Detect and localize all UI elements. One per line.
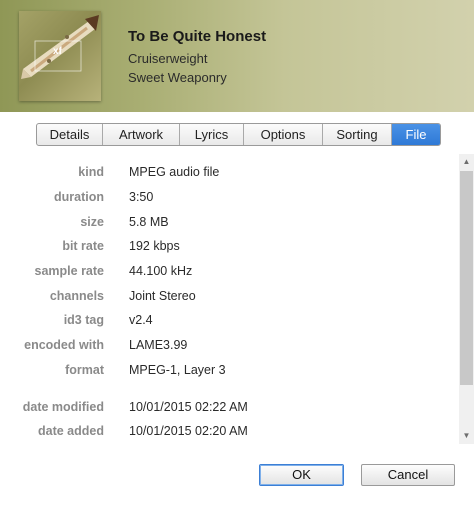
info-label: encoded with xyxy=(24,338,104,352)
info-row-sample-rate: sample rate 44.100 kHz xyxy=(0,264,460,284)
info-label: date added xyxy=(38,424,104,438)
info-value: v2.4 xyxy=(129,313,153,327)
tab-details[interactable]: Details xyxy=(37,124,102,145)
ok-button[interactable]: OK xyxy=(259,464,344,486)
info-label: duration xyxy=(54,190,104,204)
tab-sorting[interactable]: Sorting xyxy=(322,124,391,145)
tab-lyrics[interactable]: Lyrics xyxy=(179,124,243,145)
info-row-date-added: date added 10/01/2015 02:20 AM xyxy=(0,424,460,444)
scroll-thumb[interactable] xyxy=(460,171,473,385)
info-row-duration: duration 3:50 xyxy=(0,190,460,210)
info-label: bit rate xyxy=(62,239,104,253)
cancel-button[interactable]: Cancel xyxy=(361,464,455,486)
info-label: size xyxy=(80,215,104,229)
info-label: sample rate xyxy=(34,264,104,278)
info-value: Joint Stereo xyxy=(129,289,196,303)
info-row-size: size 5.8 MB xyxy=(0,215,460,235)
tab-options[interactable]: Options xyxy=(243,124,322,145)
album-artwork: xf xyxy=(19,11,101,101)
svg-text:xf: xf xyxy=(53,46,63,57)
info-row-kind: kind MPEG audio file xyxy=(0,165,460,185)
info-value: MPEG-1, Layer 3 xyxy=(129,363,226,377)
info-value: 10/01/2015 02:20 AM xyxy=(129,424,248,438)
info-row-encoded-with: encoded with LAME3.99 xyxy=(0,338,460,358)
song-album: Sweet Weaponry xyxy=(128,70,227,85)
info-value: LAME3.99 xyxy=(129,338,188,352)
info-label: date modified xyxy=(22,400,104,414)
info-label: channels xyxy=(49,289,104,303)
info-row-bit-rate: bit rate 192 kbps xyxy=(0,239,460,259)
info-value: 3:50 xyxy=(129,190,154,204)
tab-artwork[interactable]: Artwork xyxy=(102,124,179,145)
vertical-scrollbar[interactable]: ▲ ▼ xyxy=(459,154,474,444)
info-row-id3-tag: id3 tag v2.4 xyxy=(0,313,460,333)
info-value: 192 kbps xyxy=(129,239,180,253)
scroll-up-arrow-icon[interactable]: ▲ xyxy=(459,154,474,170)
tab-file[interactable]: File xyxy=(391,124,440,145)
tab-bar: Details Artwork Lyrics Options Sorting F… xyxy=(36,123,441,146)
song-title: To Be Quite Honest xyxy=(128,28,267,45)
file-info-panel: kind MPEG audio file duration 3:50 size … xyxy=(0,152,460,444)
info-label: id3 tag xyxy=(63,313,104,327)
track-header: xf To Be Quite Honest Cruiserweight Swee… xyxy=(0,0,474,112)
info-label: format xyxy=(65,363,104,377)
song-artist: Cruiserweight xyxy=(128,51,208,66)
scroll-down-arrow-icon[interactable]: ▼ xyxy=(459,428,474,444)
info-value: 10/01/2015 02:22 AM xyxy=(129,400,248,414)
info-value: MPEG audio file xyxy=(129,165,220,179)
info-value: 44.100 kHz xyxy=(129,264,193,278)
info-value: 5.8 MB xyxy=(129,215,169,229)
info-row-format: format MPEG-1, Layer 3 xyxy=(0,363,460,383)
info-row-date-modified: date modified 10/01/2015 02:22 AM xyxy=(0,400,460,420)
info-label: kind xyxy=(78,165,104,179)
info-row-channels: channels Joint Stereo xyxy=(0,289,460,309)
